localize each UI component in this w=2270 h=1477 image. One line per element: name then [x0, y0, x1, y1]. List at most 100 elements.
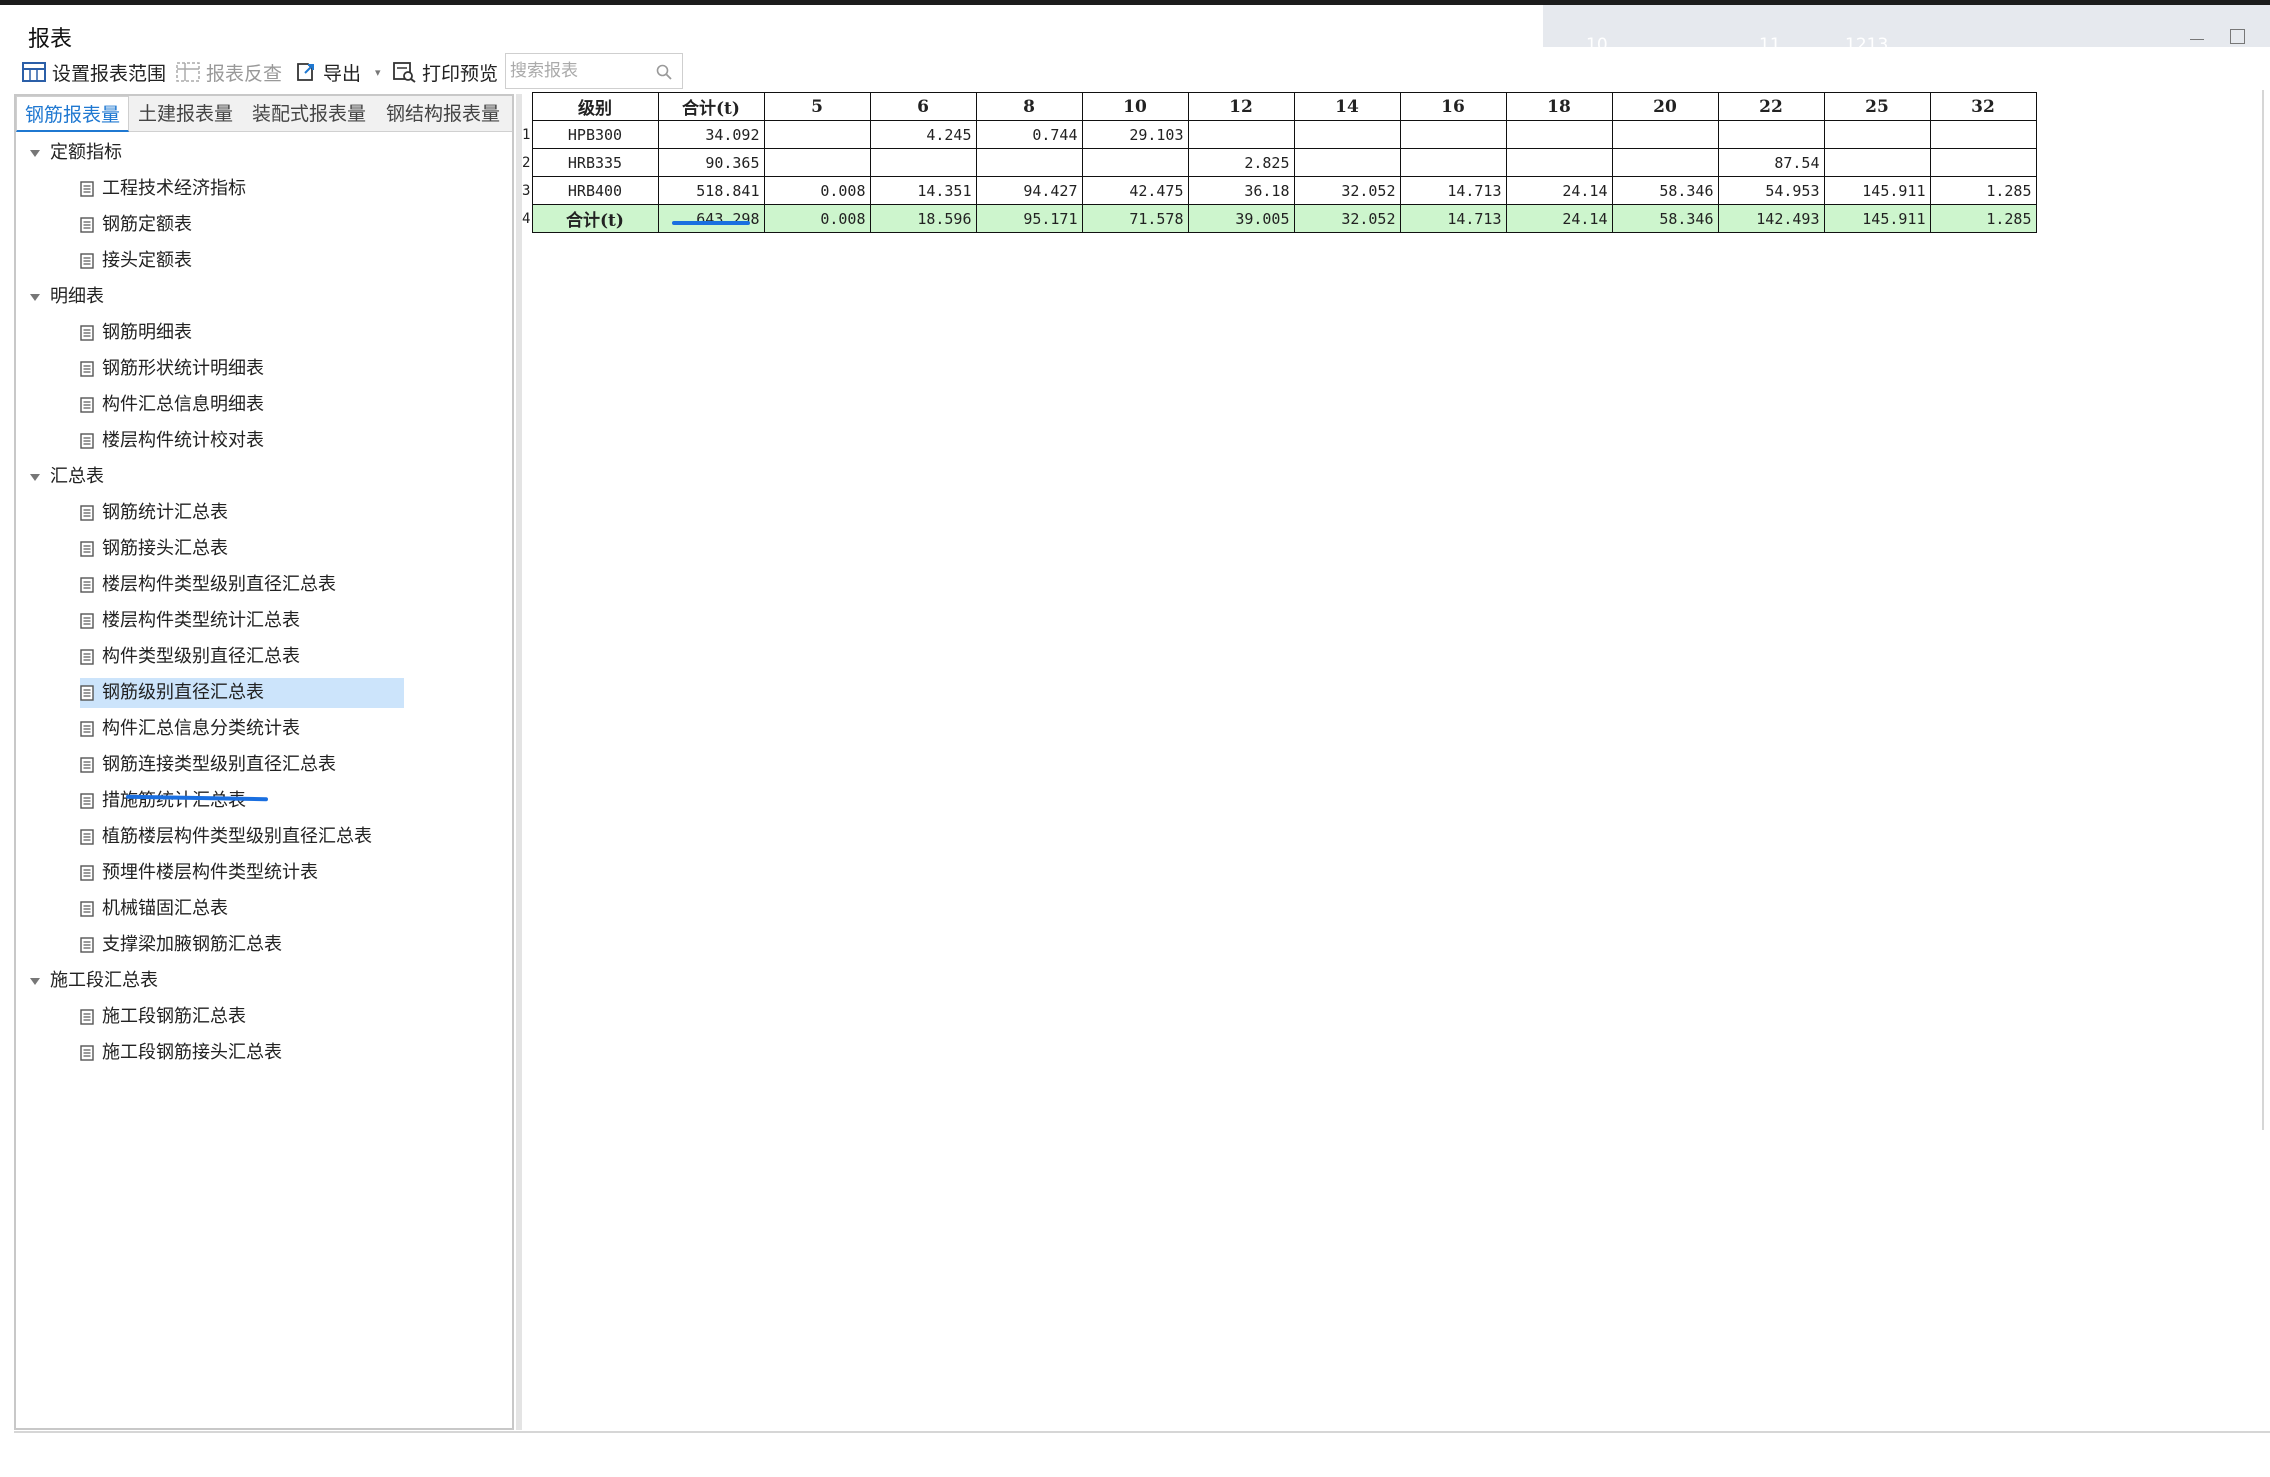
value-cell[interactable]: 94.427 — [975, 176, 1083, 205]
col-header[interactable]: 18 — [1505, 92, 1613, 121]
value-cell[interactable] — [1611, 148, 1719, 177]
minimize-button[interactable] — [2188, 25, 2206, 43]
col-header[interactable]: 25 — [1823, 92, 1931, 121]
value-cell[interactable] — [1823, 148, 1931, 177]
value-cell[interactable]: 87.54 — [1717, 148, 1825, 177]
value-cell[interactable]: 58.346 — [1611, 176, 1719, 205]
col-header[interactable]: 14 — [1293, 92, 1401, 121]
value-cell[interactable] — [1293, 120, 1401, 149]
tree-group[interactable]: 明细表 — [30, 282, 104, 312]
value-cell[interactable] — [1293, 148, 1401, 177]
tree-report-item[interactable]: 楼层构件统计校对表 — [80, 426, 404, 456]
value-cell[interactable]: 145.911 — [1823, 176, 1931, 205]
value-cell[interactable]: 36.18 — [1187, 176, 1295, 205]
value-cell[interactable] — [1081, 148, 1189, 177]
value-cell[interactable]: 14.713 — [1399, 204, 1507, 233]
reverse-check-button[interactable]: 报表反查 — [176, 58, 282, 86]
tab-steel-report[interactable]: 钢结构报表量 — [378, 96, 508, 132]
tab-prefab-report[interactable]: 装配式报表量 — [244, 96, 374, 132]
value-cell[interactable]: 0.744 — [975, 120, 1083, 149]
value-cell[interactable]: 90.365 — [657, 148, 765, 177]
value-cell[interactable]: 14.713 — [1399, 176, 1507, 205]
search-icon[interactable] — [656, 64, 672, 80]
report-search-box[interactable] — [505, 53, 683, 89]
tree-report-item[interactable]: 机械锚固汇总表 — [80, 894, 404, 924]
tree-report-item[interactable]: 钢筋形状统计明细表 — [80, 354, 404, 384]
value-cell[interactable]: 54.953 — [1717, 176, 1825, 205]
value-cell[interactable]: 95.171 — [975, 204, 1083, 233]
value-cell[interactable]: 29.103 — [1081, 120, 1189, 149]
set-range-button[interactable]: 设置报表范围 — [22, 58, 166, 86]
tree-report-item[interactable]: 支撑梁加腋钢筋汇总表 — [80, 930, 404, 960]
value-cell[interactable]: 18.596 — [869, 204, 977, 233]
col-header[interactable]: 8 — [975, 92, 1083, 121]
col-header[interactable]: 10 — [1081, 92, 1189, 121]
value-cell[interactable]: 142.493 — [1717, 204, 1825, 233]
print-preview-button[interactable]: 打印预览 — [392, 58, 498, 86]
value-cell[interactable] — [975, 148, 1083, 177]
value-cell[interactable]: 24.14 — [1505, 176, 1613, 205]
value-cell[interactable]: 24.14 — [1505, 204, 1613, 233]
col-header[interactable]: 级别 — [531, 92, 659, 121]
tree-report-item[interactable]: 钢筋连接类型级别直径汇总表 — [80, 750, 404, 780]
maximize-button[interactable] — [2230, 29, 2245, 44]
tree-report-item[interactable]: 施工段钢筋接头汇总表 — [80, 1038, 404, 1068]
tab-rebar-report[interactable]: 钢筋报表量 — [16, 96, 130, 132]
tree-report-item[interactable]: 钢筋明细表 — [80, 318, 404, 348]
expand-triangle-icon[interactable] — [30, 977, 40, 985]
tree-report-item[interactable]: 预埋件楼层构件类型统计表 — [80, 858, 404, 888]
value-cell[interactable]: 0.008 — [763, 176, 871, 205]
value-cell[interactable]: 1.285 — [1929, 176, 2037, 205]
tree-group[interactable]: 施工段汇总表 — [30, 966, 158, 996]
grade-cell[interactable]: HRB335 — [531, 148, 659, 177]
tree-report-item[interactable]: 钢筋接头汇总表 — [80, 534, 404, 564]
tree-group[interactable]: 汇总表 — [30, 462, 104, 492]
value-cell[interactable]: 32.052 — [1293, 176, 1401, 205]
tree-report-item[interactable]: 措施筋统计汇总表 — [80, 786, 404, 816]
col-header[interactable]: 32 — [1929, 92, 2037, 121]
grade-cell[interactable]: 合计(t) — [531, 204, 659, 233]
tree-report-item[interactable]: 接头定额表 — [80, 246, 404, 276]
col-header[interactable]: 16 — [1399, 92, 1507, 121]
value-cell[interactable] — [1611, 120, 1719, 149]
value-cell[interactable]: 145.911 — [1823, 204, 1931, 233]
tree-report-item[interactable]: 工程技术经济指标 — [80, 174, 404, 204]
value-cell[interactable] — [763, 120, 871, 149]
panel-splitter[interactable] — [516, 94, 522, 1430]
tree-report-item[interactable]: 钢筋级别直径汇总表 — [80, 678, 404, 708]
value-cell[interactable]: 58.346 — [1611, 204, 1719, 233]
value-cell[interactable] — [1187, 120, 1295, 149]
tab-civil-report[interactable]: 土建报表量 — [130, 96, 241, 132]
value-cell[interactable]: 4.245 — [869, 120, 977, 149]
value-cell[interactable] — [1505, 120, 1613, 149]
tree-report-item[interactable]: 楼层构件类型级别直径汇总表 — [80, 570, 404, 600]
chevron-down-icon[interactable]: ▾ — [375, 66, 381, 79]
expand-triangle-icon[interactable] — [30, 293, 40, 301]
value-cell[interactable] — [1929, 120, 2037, 149]
tree-report-item[interactable]: 构件类型级别直径汇总表 — [80, 642, 404, 672]
value-cell[interactable] — [1399, 148, 1507, 177]
export-button[interactable]: 导出 ▾ — [295, 58, 381, 86]
tree-report-item[interactable]: 楼层构件类型统计汇总表 — [80, 606, 404, 636]
value-cell[interactable] — [1823, 120, 1931, 149]
expand-triangle-icon[interactable] — [30, 149, 40, 157]
col-header[interactable]: 12 — [1187, 92, 1295, 121]
search-input[interactable] — [510, 60, 650, 82]
tree-report-item[interactable]: 构件汇总信息分类统计表 — [80, 714, 404, 744]
col-header[interactable]: 22 — [1717, 92, 1825, 121]
col-header[interactable]: 合计(t) — [657, 92, 765, 121]
value-cell[interactable]: 42.475 — [1081, 176, 1189, 205]
value-cell[interactable] — [1505, 148, 1613, 177]
value-cell[interactable]: 39.005 — [1187, 204, 1295, 233]
grade-cell[interactable]: HRB400 — [531, 176, 659, 205]
value-cell[interactable] — [869, 148, 977, 177]
value-cell[interactable]: 0.008 — [763, 204, 871, 233]
value-cell[interactable]: 71.578 — [1081, 204, 1189, 233]
tree-report-item[interactable]: 钢筋统计汇总表 — [80, 498, 404, 528]
tree-report-item[interactable]: 钢筋定额表 — [80, 210, 404, 240]
value-cell[interactable]: 518.841 — [657, 176, 765, 205]
value-cell[interactable]: 643.298 — [657, 204, 765, 233]
grade-cell[interactable]: HPB300 — [531, 120, 659, 149]
tree-report-item[interactable]: 施工段钢筋汇总表 — [80, 1002, 404, 1032]
col-header[interactable]: 20 — [1611, 92, 1719, 121]
